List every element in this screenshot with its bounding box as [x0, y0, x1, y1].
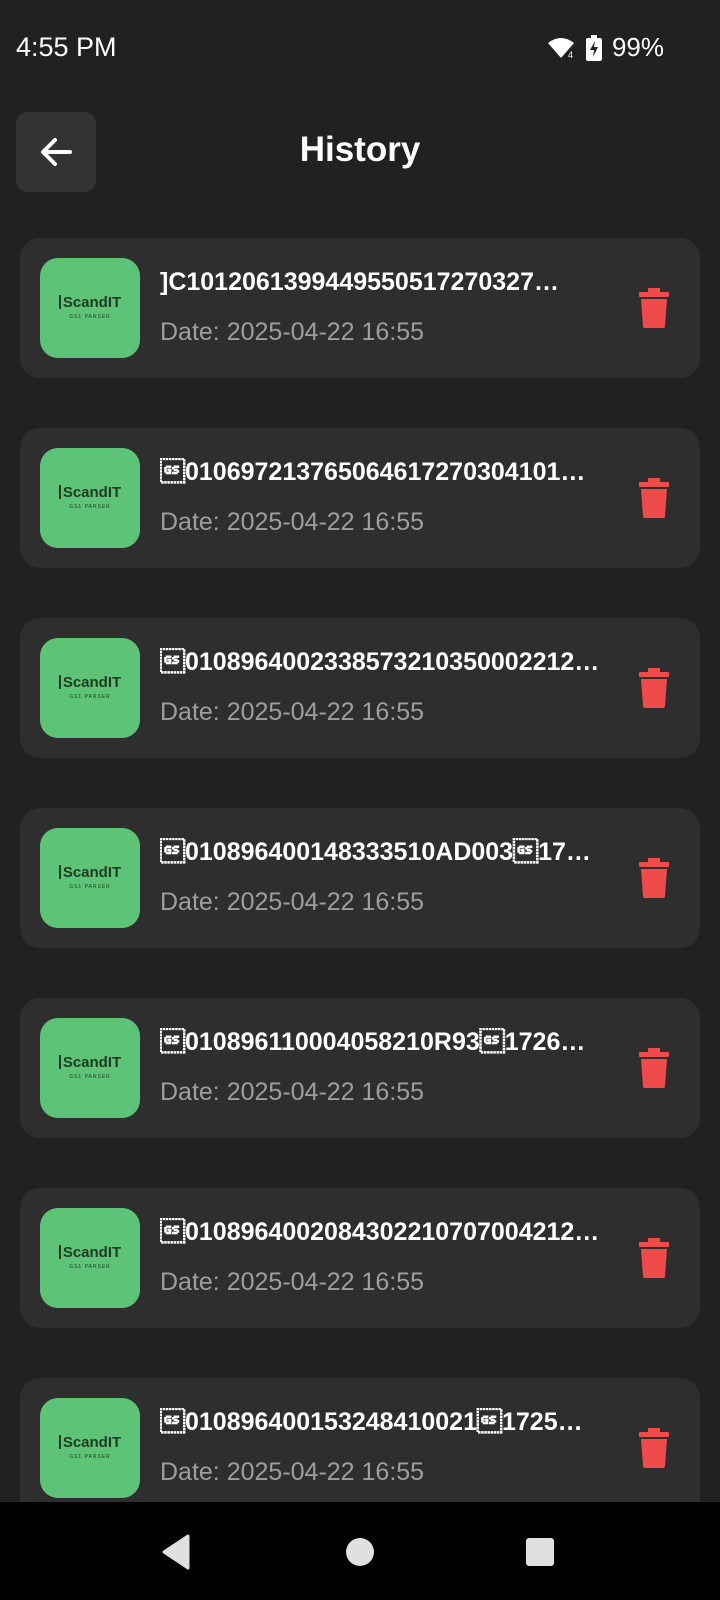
history-list: ScandIT GS1 PARSER ]C101206139944955051727…: [20, 238, 700, 1502]
history-item[interactable]: ScandIT GS1 PARSER 0108964002338573210350…: [20, 618, 700, 758]
nav-home-button[interactable]: [338, 1530, 382, 1574]
delete-button[interactable]: [632, 476, 676, 520]
history-item[interactable]: ScandIT GS1 PARSER 010896400148333510AD00…: [20, 808, 700, 948]
logo-text: ScandIT: [62, 484, 122, 501]
delete-button[interactable]: [632, 1236, 676, 1280]
logo-subtitle: GS1 PARSER: [69, 504, 111, 510]
history-item[interactable]: ScandIT GS1 PARSER 010896400153248410021 …: [20, 1378, 700, 1502]
nav-recents-button[interactable]: [518, 1530, 562, 1574]
navigation-bar: [0, 1502, 720, 1600]
logo-text: ScandIT: [62, 864, 122, 881]
history-item-date: Date: 2025-04-22 16:55: [160, 888, 425, 916]
delete-button[interactable]: [632, 856, 676, 900]
page-title: History: [299, 130, 421, 169]
scandit-logo-icon: ScandIT GS1 PARSER: [40, 1018, 140, 1118]
trash-icon: [639, 1238, 669, 1278]
history-item[interactable]: ScandIT GS1 PARSER ]C101206139944955051727…: [20, 238, 700, 378]
recents-square-icon: [526, 1538, 554, 1566]
history-item-code: 010896400153248410021 1725…: [160, 1408, 583, 1436]
header: History: [0, 108, 720, 192]
scandit-logo-icon: ScandIT GS1 PARSER: [40, 828, 140, 928]
back-triangle-icon: [162, 1534, 190, 1570]
home-circle-icon: [346, 1538, 374, 1566]
scandit-logo-icon: ScandIT GS1 PARSER: [40, 258, 140, 358]
history-item-code: 0108964002084302210707004212…: [160, 1218, 600, 1246]
logo-text: ScandIT: [62, 1244, 122, 1261]
history-item-code: 010697213765064617270304101…: [160, 458, 586, 486]
trash-icon: [639, 288, 669, 328]
logo-text: ScandIT: [62, 674, 122, 691]
history-item-code: ]C1012061399449550517270327…: [160, 268, 559, 296]
arrow-left-icon: [41, 138, 72, 166]
history-item-date: Date: 2025-04-22 16:55: [160, 508, 425, 536]
history-item-code: 0108964002338573210350002212…: [160, 648, 600, 676]
logo-subtitle: GS1 PARSER: [69, 884, 111, 890]
logo-subtitle: GS1 PARSER: [69, 1074, 111, 1080]
history-item[interactable]: ScandIT GS1 PARSER 0108964002084302210707…: [20, 1188, 700, 1328]
back-button[interactable]: [16, 112, 96, 192]
history-item-date: Date: 2025-04-22 16:55: [160, 318, 425, 346]
delete-button[interactable]: [632, 286, 676, 330]
scandit-logo-icon: ScandIT GS1 PARSER: [40, 448, 140, 548]
history-item-code: 010896400148333510AD003 17…: [160, 838, 591, 866]
history-item[interactable]: ScandIT GS1 PARSER 010896110004058210R93 …: [20, 998, 700, 1138]
trash-icon: [639, 668, 669, 708]
svg-text:4: 4: [568, 50, 573, 60]
scandit-logo-icon: ScandIT GS1 PARSER: [40, 638, 140, 738]
trash-icon: [639, 1048, 669, 1088]
history-item-date: Date: 2025-04-22 16:55: [160, 1268, 425, 1296]
status-bar: 4:55 PM 4 99%: [0, 0, 720, 98]
delete-button[interactable]: [632, 666, 676, 710]
delete-button[interactable]: [632, 1426, 676, 1470]
nav-back-button[interactable]: [154, 1530, 198, 1574]
battery-percent: 99%: [611, 32, 664, 62]
history-item-code: 010896110004058210R93 1726…: [160, 1028, 586, 1056]
logo-subtitle: GS1 PARSER: [69, 314, 111, 320]
status-icons: 4 99%: [546, 32, 664, 63]
logo-subtitle: GS1 PARSER: [69, 1454, 111, 1460]
wifi-icon: 4: [546, 36, 576, 60]
logo-subtitle: GS1 PARSER: [69, 1264, 111, 1270]
status-time: 4:55 PM: [16, 32, 117, 62]
history-item[interactable]: ScandIT GS1 PARSER 0106972137650646172703…: [20, 428, 700, 568]
battery-charging-icon: [585, 34, 602, 61]
delete-button[interactable]: [632, 1046, 676, 1090]
logo-text: ScandIT: [62, 1434, 122, 1451]
logo-text: ScandIT: [62, 1054, 122, 1071]
scandit-logo-icon: ScandIT GS1 PARSER: [40, 1398, 140, 1498]
logo-subtitle: GS1 PARSER: [69, 694, 111, 700]
history-item-date: Date: 2025-04-22 16:55: [160, 1078, 425, 1106]
logo-text: ScandIT: [62, 294, 122, 311]
history-item-date: Date: 2025-04-22 16:55: [160, 698, 425, 726]
trash-icon: [639, 478, 669, 518]
trash-icon: [639, 858, 669, 898]
trash-icon: [639, 1428, 669, 1468]
history-item-date: Date: 2025-04-22 16:55: [160, 1458, 425, 1486]
scandit-logo-icon: ScandIT GS1 PARSER: [40, 1208, 140, 1308]
